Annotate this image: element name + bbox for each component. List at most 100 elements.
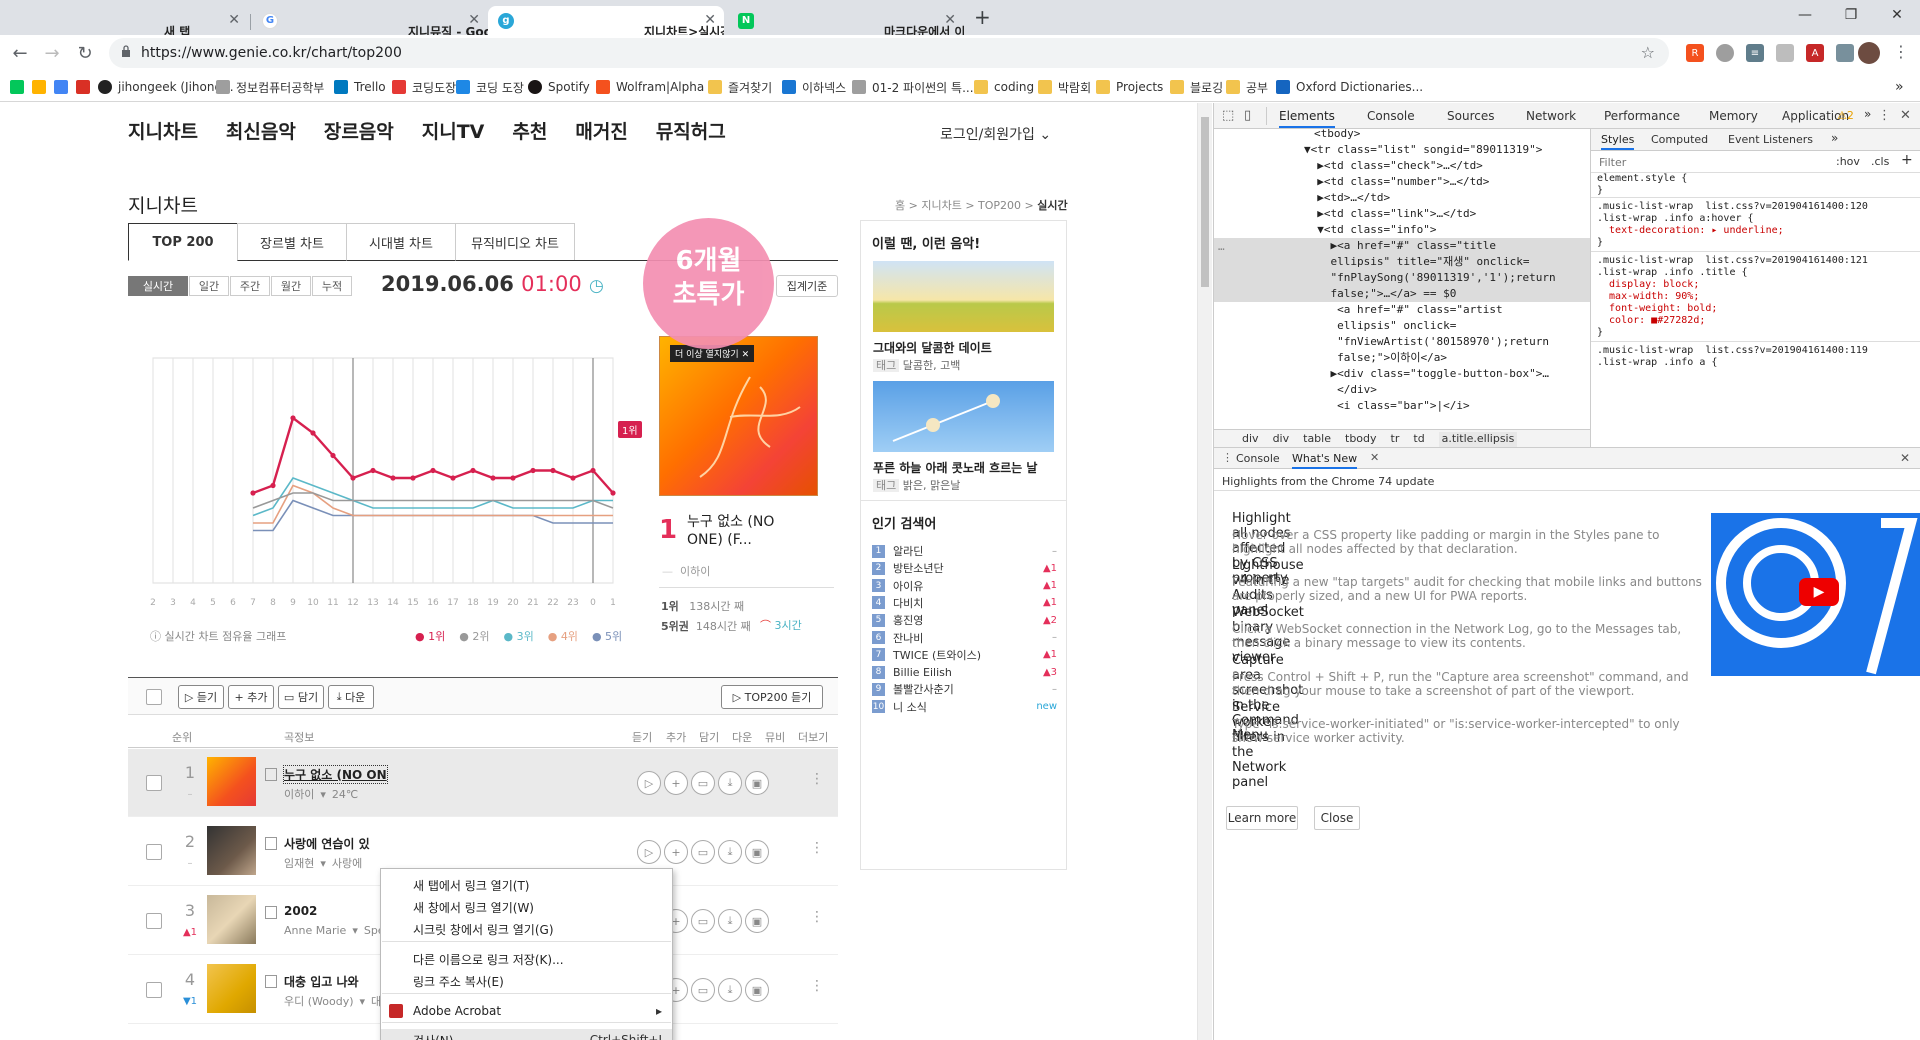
recommend-thumbnail[interactable]	[873, 261, 1054, 332]
music-video-icon[interactable]: ▣	[745, 978, 769, 1002]
tab-era-chart[interactable]: 시대별 차트	[346, 223, 456, 261]
inspect-element-icon[interactable]: ⬚	[1222, 108, 1234, 123]
popular-item[interactable]: 9 볼빨간사춘기 –	[872, 681, 1057, 697]
dom-node-line[interactable]: <tbody>	[1314, 129, 1360, 142]
album-thumbnail[interactable]	[207, 757, 256, 806]
tally-criteria-button[interactable]: 집계기준	[776, 275, 838, 297]
context-menu-item[interactable]: 검사(N) Ctrl+Shift+I	[381, 1029, 672, 1040]
add-button[interactable]: + 추가	[228, 685, 274, 709]
acrobat-extension-icon[interactable]: A	[1806, 44, 1824, 62]
bookmark-naver[interactable]	[10, 77, 30, 97]
period-cumulative[interactable]: 누적	[312, 276, 352, 296]
bookmark-codingdojang2[interactable]: 코딩 도장	[456, 77, 524, 97]
song-album[interactable]: 24℃	[332, 788, 358, 801]
styles-tab-computed[interactable]: Computed	[1651, 133, 1708, 146]
shield-extension-icon[interactable]	[1716, 44, 1734, 62]
period-weekly[interactable]: 주간	[230, 276, 270, 296]
tab-genre-chart[interactable]: 장르별 차트	[237, 223, 347, 261]
more-tabs-icon[interactable]: »	[1864, 107, 1871, 121]
song-artist[interactable]: 우디 (Woody)	[284, 995, 354, 1008]
artist-dropdown-icon[interactable]: ▾	[352, 924, 358, 937]
song-album[interactable]: 사랑에	[332, 857, 362, 870]
dom-breadcrumb-item[interactable]: div	[1273, 432, 1290, 447]
context-menu-item[interactable]: 새 창에서 링크 열기(W)	[381, 896, 672, 918]
close-button[interactable]: Close	[1314, 806, 1360, 830]
drawer-tab-console[interactable]: Console	[1236, 452, 1280, 465]
menu-kebab-icon[interactable]: ⋮	[1893, 42, 1909, 61]
bookmark-ihanex[interactable]: 이하넥스	[782, 77, 846, 97]
nav-item-genre[interactable]: 장르음악	[324, 117, 394, 144]
context-menu-item[interactable]: 다른 이름으로 링크 저장(K)...	[381, 948, 672, 970]
play-button[interactable]: ▷ 듣기	[178, 685, 224, 709]
drawer-tab-whats-new[interactable]: What's New	[1292, 452, 1358, 469]
css-rule-line[interactable]: font-weight: bold;	[1597, 303, 1717, 315]
recommend-item-title[interactable]: 푸른 하늘 아래 콧노래 흐르는 날	[873, 459, 1037, 476]
download-icon[interactable]: ⤓	[718, 978, 742, 1002]
bookmark-folder[interactable]: 즐겨찾기	[708, 77, 772, 97]
devtools-tab-memory[interactable]: Memory	[1709, 109, 1758, 123]
bookmark-google[interactable]	[54, 77, 74, 97]
bookmark-github[interactable]: jihongeek (Jihong...	[98, 77, 234, 97]
dom-breadcrumb-item[interactable]: tr	[1391, 432, 1400, 447]
drawer-menu-icon[interactable]: ⋮	[1222, 451, 1233, 464]
period-monthly[interactable]: 월간	[271, 276, 311, 296]
devtools-tab-console[interactable]: Console	[1367, 109, 1415, 123]
page-scrollbar[interactable]	[1197, 103, 1212, 1040]
bookmark-folder[interactable]: Projects	[1096, 77, 1163, 97]
popular-item[interactable]: 4 다비치 ▲1	[872, 595, 1057, 611]
tab-naver-blog[interactable]: N 마크다운에서 이미지 넣기 : 네이 ✕	[728, 6, 964, 35]
dom-node-line[interactable]: ellipsis" onclick=	[1304, 318, 1456, 334]
bookmark-daum[interactable]	[32, 77, 52, 97]
bookmark-folder[interactable]: coding	[974, 77, 1034, 97]
more-kebab-icon[interactable]: ⋮	[810, 771, 824, 787]
devtools-tab-elements[interactable]: Elements	[1279, 109, 1335, 128]
dom-node-line[interactable]: ▶<td class="link">…</td>	[1304, 206, 1476, 222]
bookmark-star-icon[interactable]: ☆	[1641, 43, 1655, 62]
nav-item-recommend[interactable]: 추천	[512, 117, 547, 144]
learn-more-button[interactable]: Learn more	[1226, 806, 1298, 830]
now1-title[interactable]: 누구 없소 (NO ONE) (F...	[687, 513, 797, 549]
cast-extension-icon[interactable]	[1776, 44, 1794, 62]
nav-item-chart[interactable]: 지니차트	[128, 117, 198, 144]
song-artist[interactable]: 임재현	[284, 857, 314, 870]
tag-values[interactable]: 달콤한, 고백	[903, 359, 961, 372]
nav-item-musichug[interactable]: 뮤직허그	[656, 117, 726, 144]
song-title[interactable]: 2002	[284, 904, 317, 918]
devtools-tab-performance[interactable]: Performance	[1604, 109, 1680, 123]
lyrics-icon[interactable]	[265, 768, 277, 781]
bookmarks-overflow-icon[interactable]: »	[1895, 77, 1904, 97]
plus-icon[interactable]: +	[664, 771, 688, 795]
dom-node-line[interactable]: ▶<td class="check">…</td>	[1304, 158, 1483, 174]
tab-google-search[interactable]: G 지니뮤직 - Google 검색 ✕	[252, 6, 488, 35]
css-rule-line[interactable]: }	[1597, 185, 1603, 197]
address-bar[interactable]: https://www.genie.co.kr/chart/top200 ☆	[109, 38, 1669, 68]
popular-item[interactable]: 2 방탄소년단 ▲1	[872, 560, 1057, 576]
popular-item[interactable]: 3 아이유 ▲1	[872, 578, 1057, 594]
close-drawer-icon[interactable]: ✕	[1900, 451, 1910, 465]
more-tabs-icon[interactable]: »	[1831, 131, 1838, 145]
new-rule-icon[interactable]: +	[1901, 152, 1913, 168]
close-tab-icon[interactable]: ✕	[944, 12, 956, 28]
row-checkbox[interactable]	[146, 844, 162, 860]
dom-node-line[interactable]: </div>	[1304, 382, 1377, 398]
bookmark-doc[interactable]: 01-2 파이썬의 특...	[852, 77, 974, 97]
period-realtime[interactable]: 실시간	[128, 276, 188, 296]
nav-item-latest[interactable]: 최신음악	[226, 117, 296, 144]
tab-mv-chart[interactable]: 뮤직비디오 차트	[455, 223, 575, 261]
popular-item[interactable]: 10 니 소식 new	[872, 699, 1057, 715]
dom-node-line[interactable]: <a href="#" class="artist	[1304, 302, 1503, 318]
breadcrumb-item[interactable]: TOP200	[978, 199, 1021, 212]
promo-badge[interactable]: 6개월 초특가	[643, 218, 774, 349]
hov-toggle[interactable]: :hov	[1836, 155, 1860, 168]
css-rule-line[interactable]: .list-wrap .info .title {	[1597, 267, 1748, 279]
more-kebab-icon[interactable]: ⋮	[810, 909, 824, 925]
avatar[interactable]	[1858, 42, 1880, 64]
folder-icon[interactable]: ▭	[691, 978, 715, 1002]
context-menu-item[interactable]: 링크 주소 복사(E)	[381, 970, 672, 992]
css-rule-line[interactable]: .list-wrap .info a {	[1597, 357, 1717, 369]
css-rule-line[interactable]: max-width: 90%;	[1597, 291, 1699, 303]
song-artist[interactable]: Anne Marie	[284, 924, 346, 937]
music-video-icon[interactable]: ▣	[745, 840, 769, 864]
help-icon[interactable]: ⓘ	[150, 630, 161, 643]
context-menu-item[interactable]: 새 탭에서 링크 열기(T)	[381, 874, 672, 896]
